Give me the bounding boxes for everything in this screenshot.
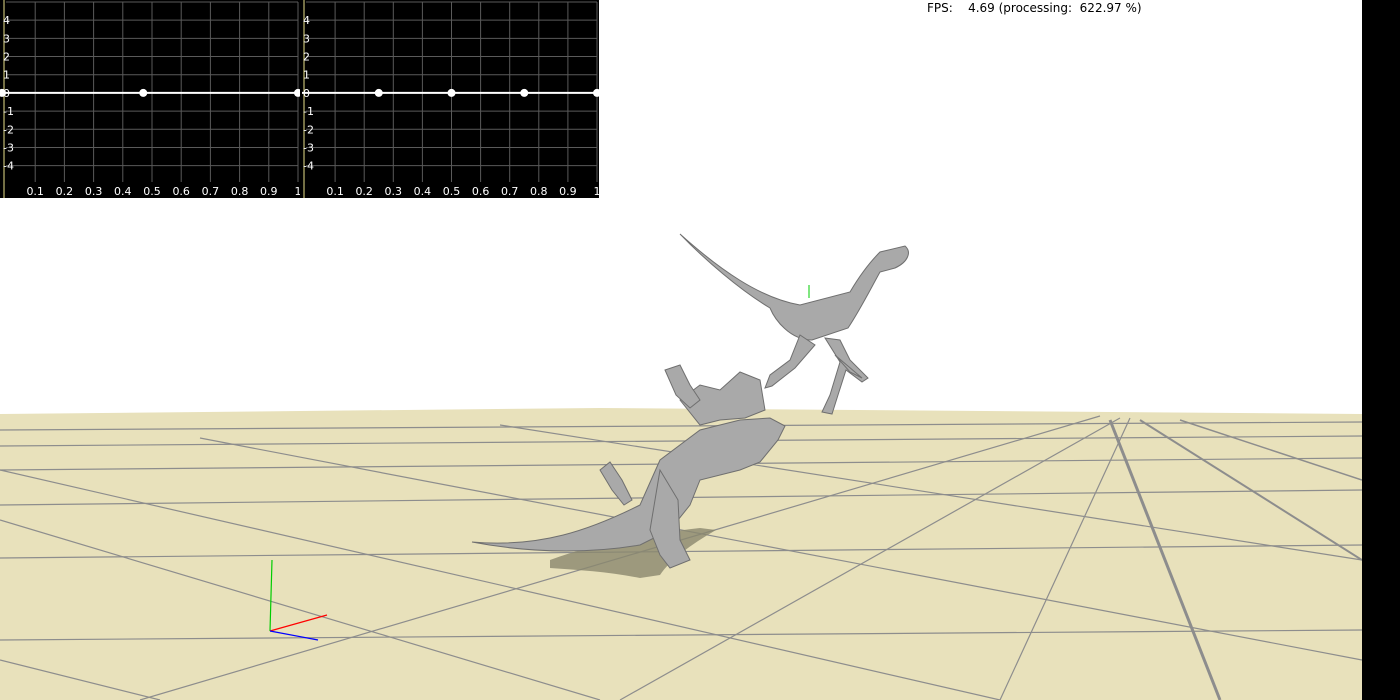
plot-x-tick-label: 0.4 <box>114 185 132 198</box>
fps-label: FPS: <box>927 1 953 15</box>
fps-readout: FPS: 4.69 (processing: 622.97 %) <box>927 1 1142 15</box>
3d-viewport[interactable]: 43210-1-2-3-40.10.20.30.40.50.60.70.80.9… <box>0 0 1362 700</box>
plot-x-tick-label: 1 <box>594 185 600 198</box>
plot-x-tick-label: 0.1 <box>26 185 44 198</box>
plot-marker <box>520 88 529 97</box>
plot-y-tick-label: -3 <box>303 141 314 154</box>
raptor-standing <box>679 233 909 415</box>
processing-value: 622.97 %) <box>1079 1 1142 15</box>
plot-y-tick-label: 3 <box>303 32 310 45</box>
plot-marker <box>374 88 383 97</box>
plot-x-tick-label: 0.3 <box>85 185 103 198</box>
plot-x-tick-label: 0.1 <box>326 185 344 198</box>
plot-y-tick-label: -4 <box>303 160 314 173</box>
right-side-bar <box>1362 0 1400 700</box>
plot-y-tick-label: -2 <box>303 123 314 136</box>
plot-x-tick-label: 0.9 <box>559 185 577 198</box>
plot-x-tick-label: 0.7 <box>501 185 519 198</box>
plot-x-tick-label: 0.9 <box>260 185 278 198</box>
fps-value: 4.69 <box>968 1 995 15</box>
plot-marker <box>139 88 148 97</box>
plot-x-tick-label: 0.8 <box>530 185 548 198</box>
plot-x-tick-label: 0.7 <box>202 185 220 198</box>
plot-x-tick-label: 0.4 <box>414 185 432 198</box>
plot-y-tick-label: 1 <box>303 69 310 82</box>
plot-y-tick-label: 4 <box>303 14 310 27</box>
plot-x-tick-label: 0.6 <box>172 185 190 198</box>
plot-marker <box>447 88 456 97</box>
plot-y-tick-label: -1 <box>3 105 14 118</box>
plot-right-svg: 43210-1-2-3-40.10.20.30.40.50.60.70.80.9… <box>302 0 600 198</box>
plot-marker <box>593 88 599 97</box>
plot-x-tick-label: 0.6 <box>472 185 490 198</box>
plot-x-tick-label: 0.2 <box>56 185 74 198</box>
plot-panel-right: 43210-1-2-3-40.10.20.30.40.50.60.70.80.9… <box>300 0 599 198</box>
plot-y-tick-label: -4 <box>3 160 14 173</box>
plot-y-tick-label: 3 <box>3 32 10 45</box>
plot-x-tick-label: 0.5 <box>443 185 461 198</box>
plot-x-tick-label: 0.3 <box>385 185 403 198</box>
plot-y-tick-label: -3 <box>3 141 14 154</box>
plot-x-tick-label: 0.8 <box>231 185 249 198</box>
plot-y-tick-label: 2 <box>303 51 310 64</box>
plot-panel-left: 43210-1-2-3-40.10.20.30.40.50.60.70.80.9… <box>0 0 300 198</box>
plot-x-tick-label: 0.5 <box>143 185 161 198</box>
processing-label: (processing: <box>998 1 1073 15</box>
plot-left-svg: 43210-1-2-3-40.10.20.30.40.50.60.70.80.9… <box>0 0 300 198</box>
plot-y-tick-label: -2 <box>3 123 14 136</box>
plot-y-tick-label: -1 <box>303 105 314 118</box>
plot-x-tick-label: 0.2 <box>355 185 373 198</box>
plot-y-tick-label: 2 <box>3 51 10 64</box>
plot-y-tick-label: 1 <box>3 69 10 82</box>
plot-y-tick-label: 4 <box>3 14 10 27</box>
